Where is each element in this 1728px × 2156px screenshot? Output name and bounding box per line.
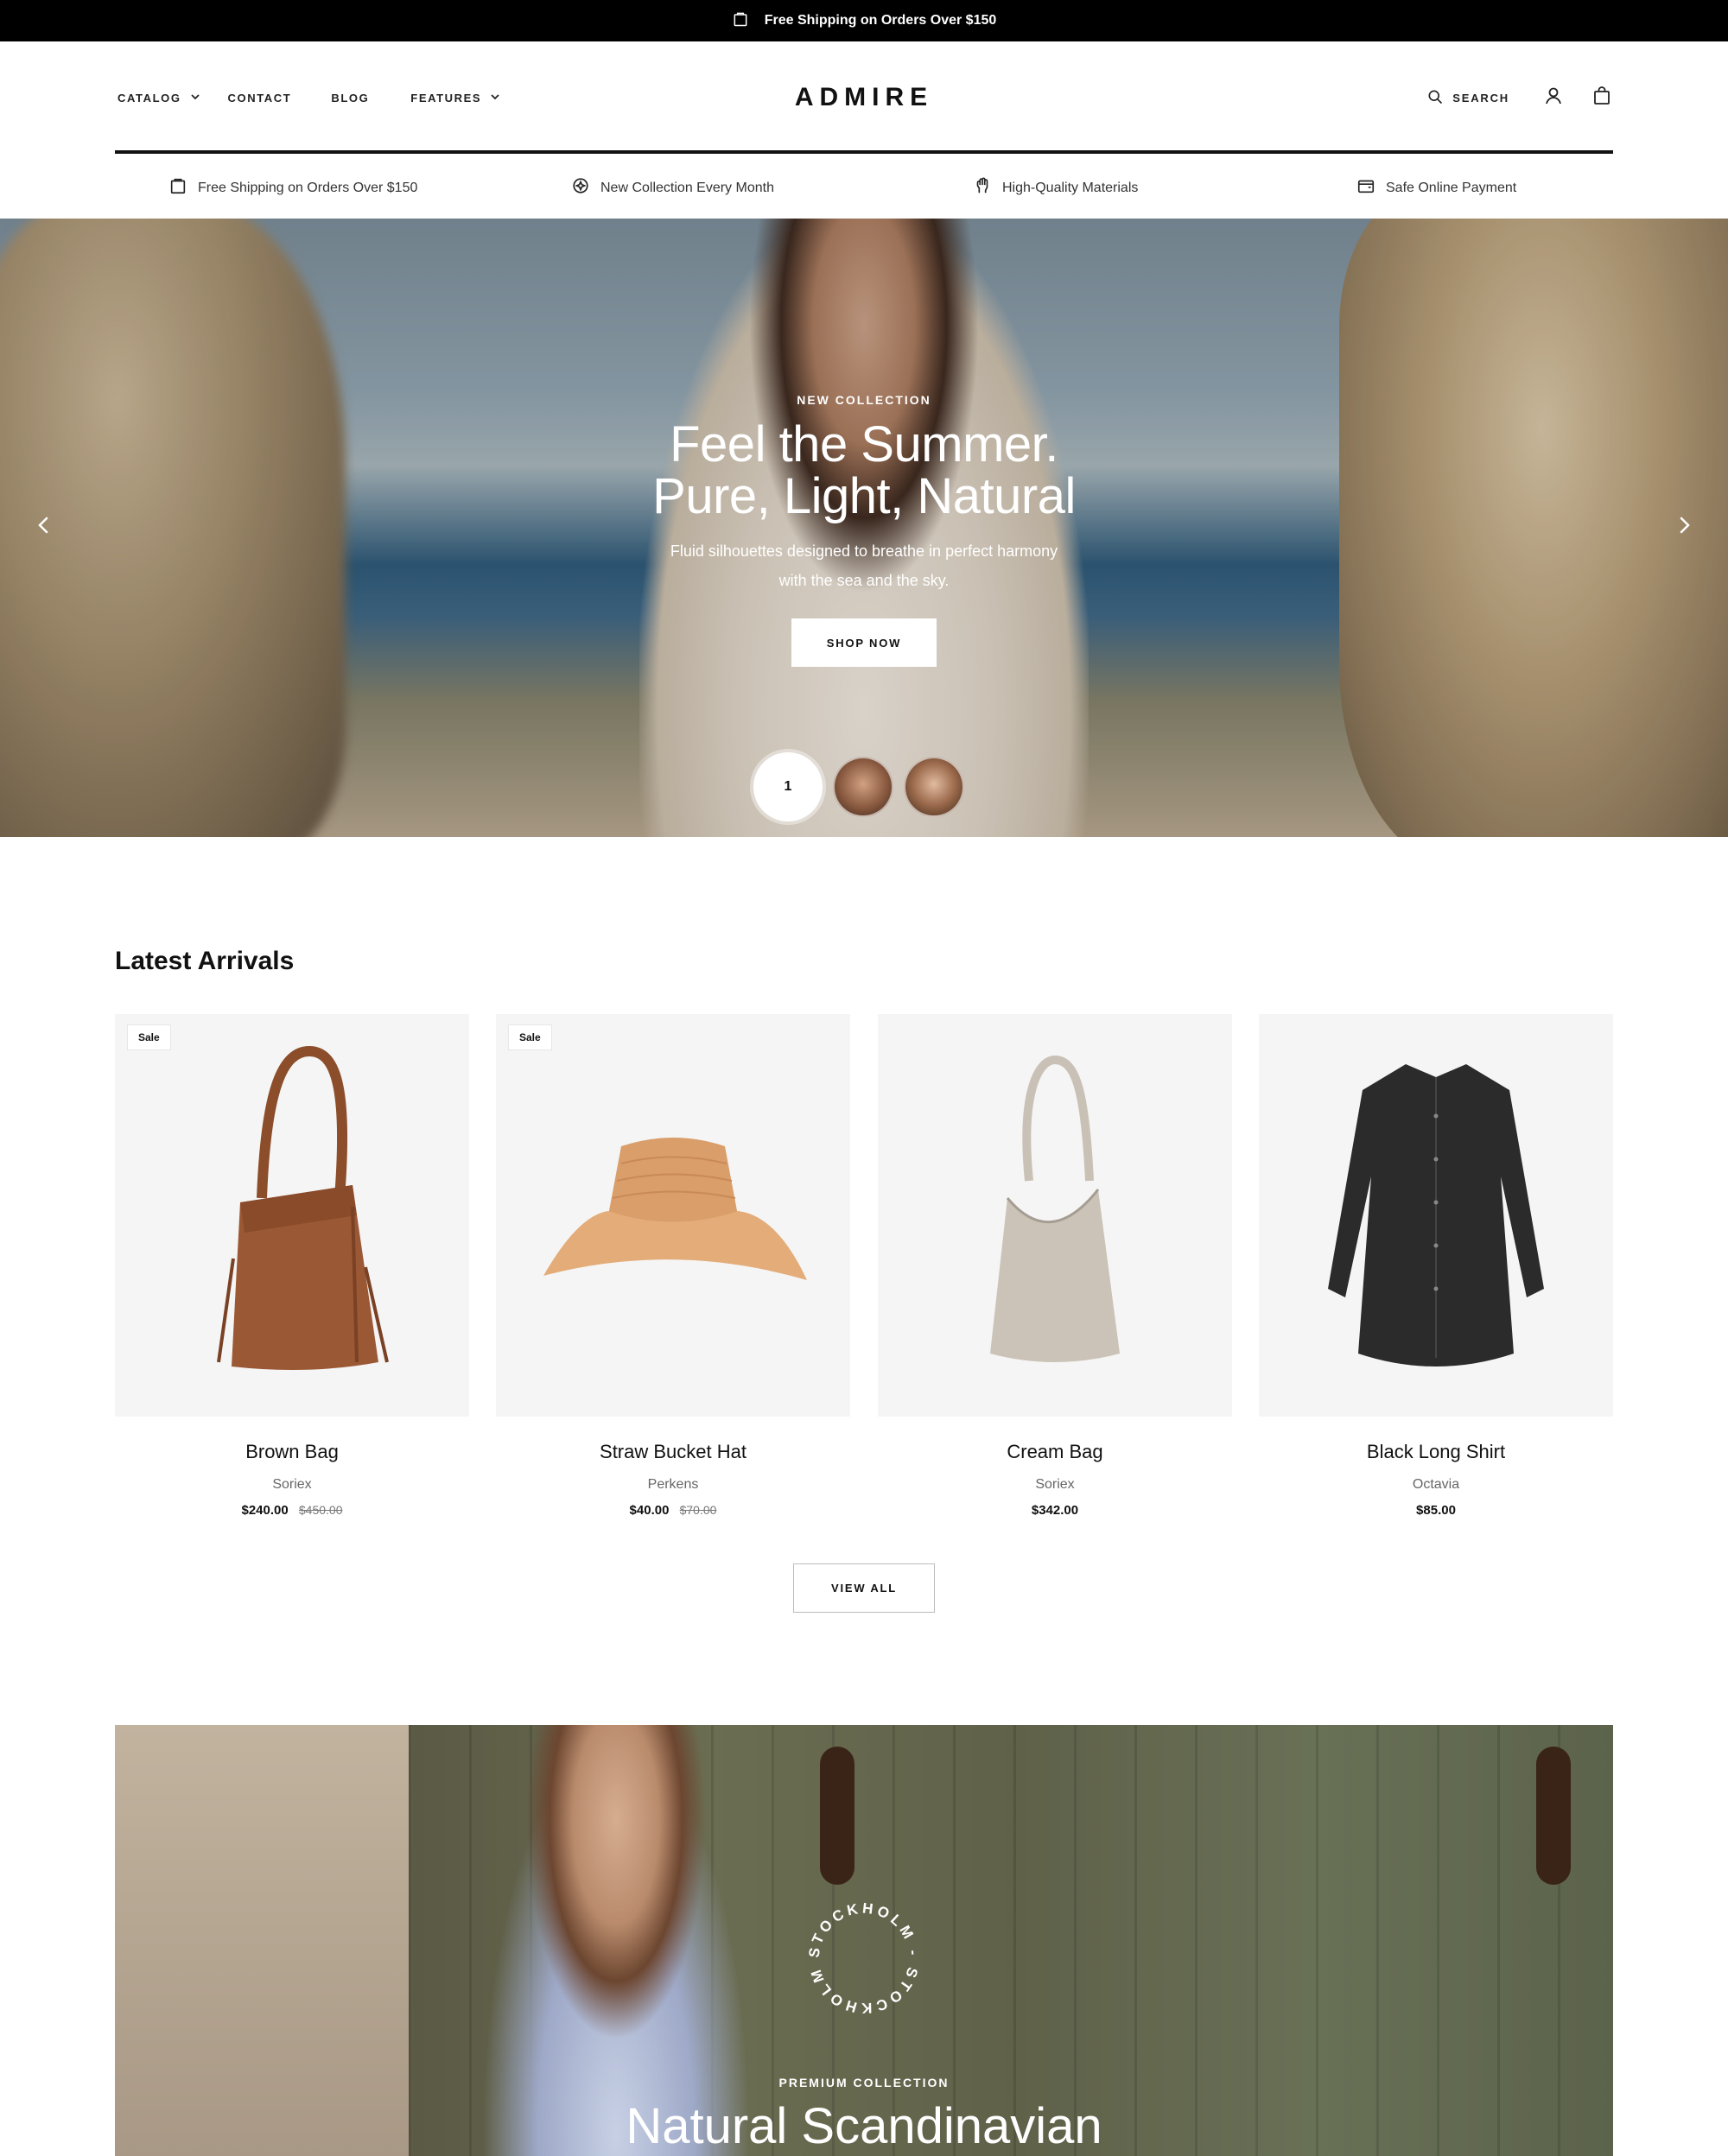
compare-price: $450.00 [298,1503,343,1517]
hand-icon [973,176,992,200]
product-price: $342.00 [878,1503,1232,1518]
hero-subtitle-line: Fluid silhouettes designed to breathe in… [670,542,1058,560]
product-price-value: $85.00 [1416,1503,1456,1518]
product-image[interactable] [1259,1014,1613,1417]
product-price: $40.00 $70.00 [496,1503,850,1518]
product-price: $85.00 [1259,1503,1613,1518]
search-label: SEARCH [1452,91,1509,105]
product-image[interactable]: Sale [496,1014,850,1417]
product-card[interactable]: Black Long Shirt Octavia $85.00 [1259,1014,1613,1518]
user-icon [1543,86,1564,111]
sale-badge: Sale [127,1024,171,1050]
hero-slideshow: NEW COLLECTION Feel the Summer. Pure, Li… [0,219,1728,837]
product-name[interactable]: Black Long Shirt [1259,1441,1613,1463]
slide-dot-active[interactable]: 1 [753,752,823,821]
usp-label: Free Shipping on Orders Over $150 [198,180,418,195]
premium-collection-banner: STOCKHOLM - STOCKHOLM - PREMIUM COLLECTI… [115,1725,1613,2156]
nav-item-catalog[interactable]: CATALOG [118,92,200,105]
product-vendor: Soriex [272,1477,312,1492]
cream-bag-image [990,1055,1120,1362]
stamp-text: STOCKHOLM - STOCKHOLM - [804,1898,918,2016]
nav-label: CONTACT [227,92,292,105]
usp-item-collection: New Collection Every Month [571,176,774,200]
shop-now-button[interactable]: SHOP NOW [791,618,937,667]
banner-image-model [478,1725,754,2156]
chevron-down-icon [190,92,200,105]
door-handle-image [820,1747,854,1885]
black-shirt-image [1328,1064,1544,1367]
announcement-text: Free Shipping on Orders Over $150 [764,13,997,28]
banner-title: Natural Scandinavian [626,2098,1102,2154]
nav-label: FEATURES [410,92,482,105]
product-vendor: Soriex [1035,1477,1075,1492]
sale-badge: Sale [508,1024,552,1050]
hero-title-line: Feel the Summer. [670,416,1058,472]
slide-pagination: 1 [753,752,964,821]
hero-title-line: Pure, Light, Natural [652,468,1076,524]
brown-bag-image [217,1045,389,1370]
usp-item-payment: Safe Online Payment [1356,176,1516,200]
sale-price: $40.00 [629,1503,670,1518]
product-vendor: Perkens [647,1477,699,1492]
banner-eyebrow: PREMIUM COLLECTION [778,2076,950,2089]
cart-button[interactable] [1591,86,1613,109]
brand-logo[interactable]: ADMIRE [795,83,933,112]
product-name[interactable]: Cream Bag [878,1441,1232,1463]
product-price-value: $342.00 [1031,1503,1079,1518]
view-all-button[interactable]: VIEW ALL [793,1563,935,1613]
usp-label: Safe Online Payment [1386,180,1517,195]
usp-item-shipping: Free Shipping on Orders Over $150 [168,176,417,200]
usp-bar: Free Shipping on Orders Over $150 New Co… [115,154,1613,219]
header-actions: SEARCH [1426,86,1613,109]
hero-overlay [0,219,1728,837]
stockholm-stamp: STOCKHOLM - STOCKHOLM - [804,1898,922,2016]
usp-label: New Collection Every Month [600,180,774,195]
sparkle-icon [571,176,590,200]
shopping-bag-icon [168,176,187,200]
product-grid: Sale Brown Bag Soriex $240.00 $450.00 Sa… [115,1014,1613,1532]
slide-thumb[interactable] [833,757,893,817]
hero-eyebrow: NEW COLLECTION [797,393,931,407]
chevron-down-icon [490,92,500,105]
door-handle-image [1536,1747,1571,1885]
product-price: $240.00 $450.00 [115,1503,469,1518]
product-image[interactable] [878,1014,1232,1417]
search-icon [1426,88,1444,108]
banner-image-wall [115,1725,409,2156]
nav-label: BLOG [331,92,370,105]
usp-item-materials: High-Quality Materials [973,176,1138,200]
shopping-bag-icon [732,10,749,32]
straw-hat-image [543,1138,807,1280]
nav-item-blog[interactable]: BLOG [331,92,369,105]
product-name[interactable]: Straw Bucket Hat [496,1441,850,1463]
compare-price: $70.00 [679,1503,717,1517]
usp-label: High-Quality Materials [1002,180,1139,195]
nav-label: CATALOG [118,92,181,105]
announcement-bar: Free Shipping on Orders Over $150 [0,0,1728,41]
nav-item-features[interactable]: FEATURES [410,92,500,105]
site-header: CATALOG CONTACT BLOG FEATURES ADMIRE SEA… [115,41,1613,152]
product-name[interactable]: Brown Bag [115,1441,469,1463]
main-nav: CATALOG CONTACT BLOG FEATURES [118,92,500,105]
hero-subtitle: Fluid silhouettes designed to breathe in… [0,536,1728,595]
search-button[interactable]: SEARCH [1426,88,1509,108]
hero-subtitle-line: with the sea and the sky. [778,572,950,589]
hero-title: Feel the Summer. Pure, Light, Natural [0,419,1728,523]
product-vendor: Octavia [1412,1477,1460,1492]
product-card[interactable]: Sale Brown Bag Soriex $240.00 $450.00 [115,1014,469,1518]
product-card[interactable]: Cream Bag Soriex $342.00 [878,1014,1232,1518]
nav-item-contact[interactable]: CONTACT [228,92,292,105]
section-title: Latest Arrivals [115,947,295,975]
product-card[interactable]: Sale Straw Bucket Hat Perkens $40.00 $70… [496,1014,850,1518]
sale-price: $240.00 [241,1503,289,1518]
bag-icon [1591,86,1612,111]
account-button[interactable] [1542,86,1565,109]
wallet-icon [1356,176,1375,200]
product-image[interactable]: Sale [115,1014,469,1417]
svg-text:STOCKHOLM - STOCKHOLM -: STOCKHOLM - STOCKHOLM - [804,1898,922,2016]
slide-thumb[interactable] [904,757,964,817]
